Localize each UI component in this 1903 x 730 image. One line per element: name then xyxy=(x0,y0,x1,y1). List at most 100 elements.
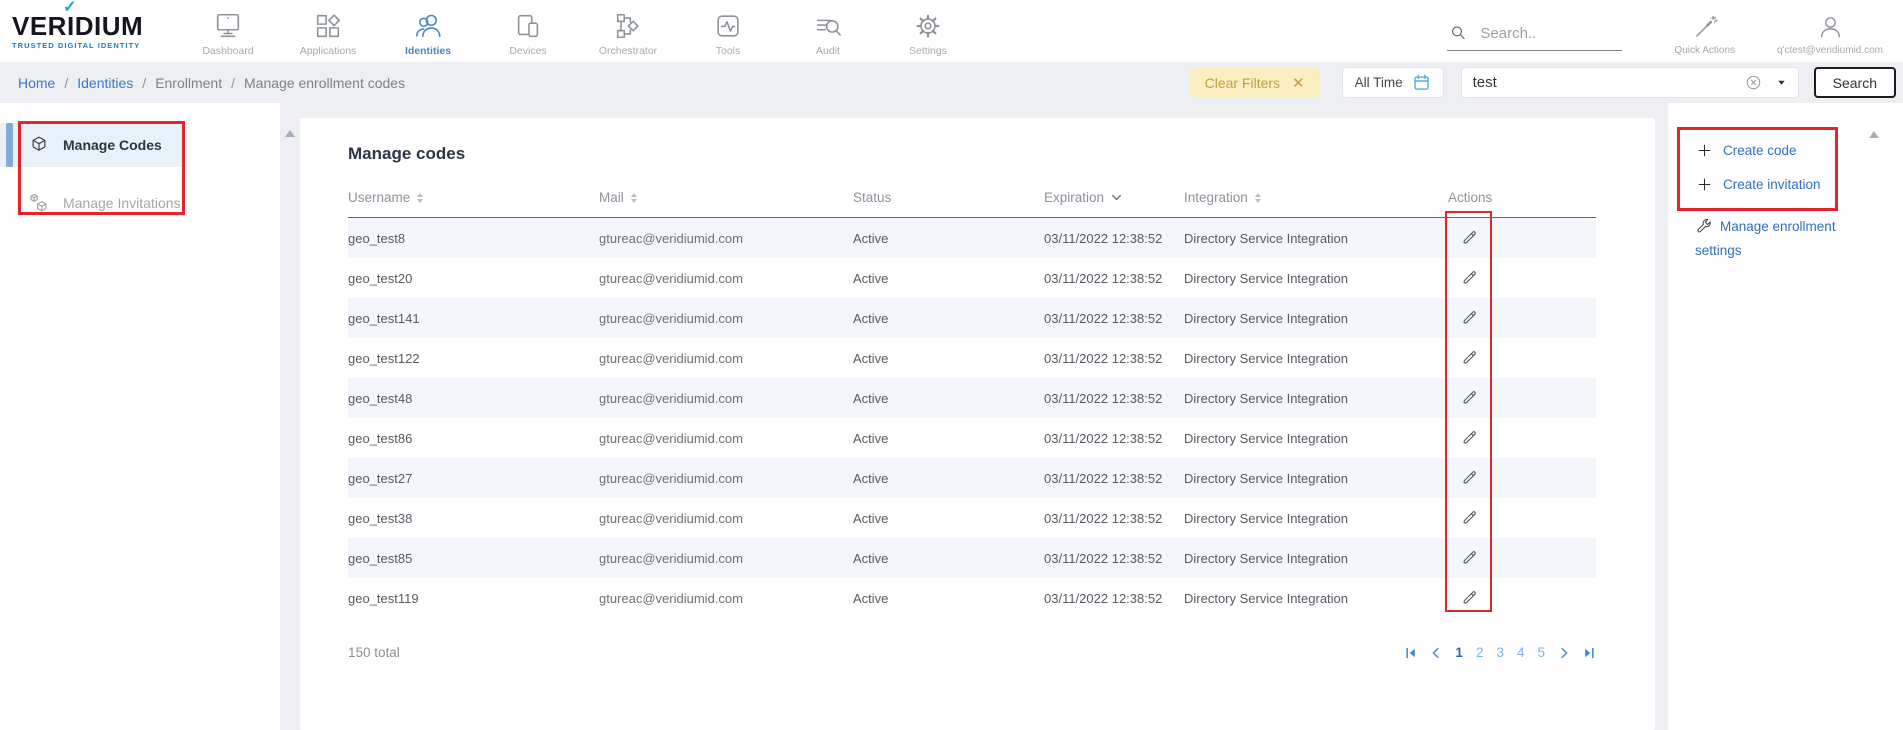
global-search[interactable] xyxy=(1447,16,1622,51)
column-header-mail[interactable]: Mail xyxy=(599,190,853,205)
pencil-icon xyxy=(1461,434,1479,449)
edit-code-button[interactable] xyxy=(1461,548,1479,566)
manage-enrollment-settings-link[interactable]: Manage enrollment settings xyxy=(1668,215,1868,262)
column-header-expiration[interactable]: Expiration xyxy=(1044,190,1184,205)
cell-integration: Directory Service Integration xyxy=(1184,511,1448,526)
cell-username: geo_test27 xyxy=(348,471,599,486)
cell-mail: gtureac@veridiumid.com xyxy=(599,591,853,606)
sort-both-icon xyxy=(417,193,423,203)
cell-actions xyxy=(1448,588,1596,609)
column-label: Expiration xyxy=(1044,190,1104,205)
table-row: geo_test20gtureac@veridiumid.comActive03… xyxy=(348,258,1596,298)
next-page-button[interactable] xyxy=(1557,646,1571,660)
edit-code-button[interactable] xyxy=(1461,428,1479,446)
breadcrumb-bar: Home/Identities/Enrollment/Manage enroll… xyxy=(0,62,1903,103)
topbar-right: Quick Actions q'ctest@veridiumid.com xyxy=(1447,6,1903,56)
create-invitation-link[interactable]: Create invitation xyxy=(1668,167,1903,201)
column-header-username[interactable]: Username xyxy=(348,190,599,205)
nav-item-audit[interactable]: Audit xyxy=(778,5,878,57)
page-number-5[interactable]: 5 xyxy=(1536,645,1546,660)
sort-desc-icon xyxy=(1111,193,1122,202)
table-row: geo_test122gtureac@veridiumid.comActive0… xyxy=(348,338,1596,378)
main-nav: Dashboard Applications Identities Devices Or… xyxy=(178,5,978,57)
edit-code-button[interactable] xyxy=(1461,468,1479,486)
page-number-3[interactable]: 3 xyxy=(1495,645,1505,660)
previous-page-button[interactable] xyxy=(1429,646,1443,660)
cell-mail: gtureac@veridiumid.com xyxy=(599,351,853,366)
scroll-up-arrow[interactable] xyxy=(285,130,295,137)
last-page-button[interactable] xyxy=(1582,646,1596,660)
create-code-link[interactable]: Create code xyxy=(1668,133,1903,167)
column-label: Username xyxy=(348,190,410,205)
breadcrumb-home[interactable]: Home xyxy=(18,75,55,91)
cell-integration: Directory Service Integration xyxy=(1184,471,1448,486)
user-menu[interactable]: q'ctest@veridiumid.com xyxy=(1777,14,1883,56)
first-page-button[interactable] xyxy=(1404,646,1418,660)
nav-item-label: Audit xyxy=(816,45,840,57)
edit-code-button[interactable] xyxy=(1461,268,1479,286)
cell-expiration: 03/11/2022 12:38:52 xyxy=(1044,231,1184,246)
nav-item-tools[interactable]: Tools xyxy=(678,5,778,57)
cell-username: geo_test119 xyxy=(348,591,599,606)
nav-item-label: Applications xyxy=(300,45,357,57)
cube-icon xyxy=(28,134,50,156)
cell-actions xyxy=(1448,388,1596,409)
page-number-2[interactable]: 2 xyxy=(1475,645,1485,660)
page-number-4[interactable]: 4 xyxy=(1516,645,1526,660)
sidebar-item-manage-codes[interactable]: Manage Codes xyxy=(0,123,185,167)
cell-status: Active xyxy=(853,471,1044,486)
cell-expiration: 03/11/2022 12:38:52 xyxy=(1044,271,1184,286)
edit-code-button[interactable] xyxy=(1461,388,1479,406)
nav-item-orchestrator[interactable]: Orchestrator xyxy=(578,5,678,57)
audit-icon xyxy=(813,11,843,41)
pencil-icon xyxy=(1461,514,1479,529)
clear-filters-button[interactable]: Clear Filters✕ xyxy=(1190,68,1320,97)
content-scrollbar xyxy=(280,103,300,730)
page-title: Manage codes xyxy=(348,144,1596,164)
time-range-filter[interactable]: All Time xyxy=(1342,67,1444,98)
pulse-icon xyxy=(713,11,743,41)
edit-code-button[interactable] xyxy=(1461,308,1479,326)
panel-link-label: Manage enrollment settings xyxy=(1695,219,1836,258)
cell-expiration: 03/11/2022 12:38:52 xyxy=(1044,351,1184,366)
quick-actions-button[interactable]: Quick Actions xyxy=(1674,14,1735,56)
nav-item-settings[interactable]: Settings xyxy=(878,5,978,57)
edit-code-button[interactable] xyxy=(1461,588,1479,606)
sort-up-arrow xyxy=(1255,193,1261,197)
veridium-logo[interactable]: VERI✓DIUM TRUSTED DIGITAL IDENTITY xyxy=(12,13,170,50)
column-label: Integration xyxy=(1184,190,1248,205)
nav-item-dashboard[interactable]: Dashboard xyxy=(178,5,278,57)
nav-item-applications[interactable]: Applications xyxy=(278,5,378,57)
edit-code-button[interactable] xyxy=(1461,228,1479,246)
edit-code-button[interactable] xyxy=(1461,348,1479,366)
chevron-down-icon[interactable] xyxy=(1776,77,1787,88)
edit-code-button[interactable] xyxy=(1461,508,1479,526)
page-number-1[interactable]: 1 xyxy=(1454,645,1464,660)
search-icon xyxy=(1449,24,1468,43)
cell-status: Active xyxy=(853,271,1044,286)
nav-item-label: Devices xyxy=(509,45,546,57)
clear-input-icon[interactable] xyxy=(1744,73,1763,92)
cell-username: geo_test85 xyxy=(348,551,599,566)
breadcrumb-identities[interactable]: Identities xyxy=(77,75,133,91)
pencil-icon xyxy=(1461,274,1479,289)
cell-username: geo_test141 xyxy=(348,311,599,326)
column-header-integration[interactable]: Integration xyxy=(1184,190,1448,205)
global-search-input[interactable] xyxy=(1480,25,1610,42)
cell-expiration: 03/11/2022 12:38:52 xyxy=(1044,511,1184,526)
search-button[interactable]: Search xyxy=(1814,67,1896,98)
logo-wordmark: VERI✓DIUM xyxy=(12,13,170,39)
search-filter-field[interactable] xyxy=(1461,67,1799,98)
nav-item-identities[interactable]: Identities xyxy=(378,5,478,57)
sidebar-items: Manage Codes Manage Invitations xyxy=(0,123,280,225)
column-header-actions: Actions xyxy=(1448,190,1596,205)
sidebar-item-manage-invitations[interactable]: Manage Invitations xyxy=(0,181,185,225)
breadcrumb: Home/Identities/Enrollment/Manage enroll… xyxy=(18,75,405,91)
nav-item-devices[interactable]: Devices xyxy=(478,5,578,57)
cell-expiration: 03/11/2022 12:38:52 xyxy=(1044,391,1184,406)
panel-scroll-up-arrow[interactable] xyxy=(1869,131,1879,138)
table-row: geo_test86gtureac@veridiumid.comActive03… xyxy=(348,418,1596,458)
quick-actions-label: Quick Actions xyxy=(1674,45,1735,56)
gear-icon xyxy=(913,11,943,41)
search-filter-input[interactable] xyxy=(1473,74,1744,91)
